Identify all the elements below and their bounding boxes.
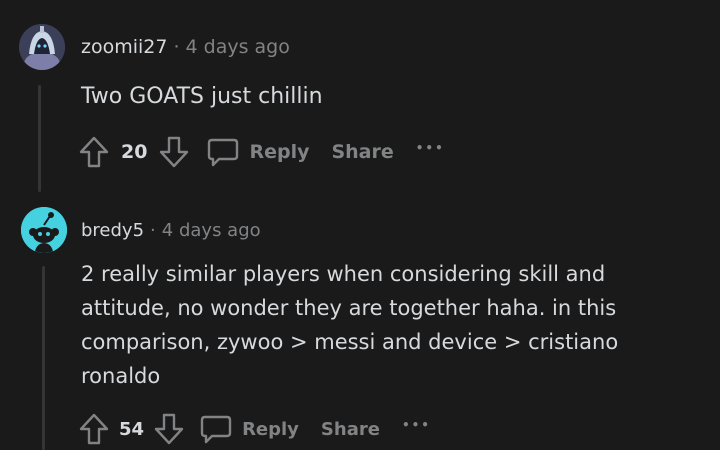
comment-line: 2 really similar players when considerin… [81, 262, 606, 286]
share-button[interactable]: Share [331, 141, 393, 163]
user-avatar[interactable] [19, 24, 65, 70]
reply-button[interactable]: Reply [242, 419, 299, 440]
more-options-button[interactable]: ••• [402, 418, 431, 432]
comment-meta: zoomii27 · 4 days ago [81, 36, 290, 58]
more-options-button[interactable]: ••• [416, 141, 445, 155]
comment-meta: bredy5 · 4 days ago [81, 220, 261, 241]
thread-line[interactable] [38, 85, 41, 192]
timestamp[interactable]: 4 days ago [186, 36, 290, 58]
username-link[interactable]: bredy5 [81, 220, 144, 241]
share-button[interactable]: Share [321, 419, 380, 440]
comment: zoomii27 · 4 days ago Two GOATS just chi… [0, 0, 720, 200]
comment-actions: 20 Reply Share ••• [79, 135, 445, 169]
comment-line: Two GOATS just chillin [81, 84, 323, 109]
comment-actions: 54 Reply Share ••• [79, 412, 431, 446]
comment-body: 2 really similar players when considerin… [81, 257, 618, 393]
username-link[interactable]: zoomii27 [81, 36, 167, 58]
meta-separator: · [150, 220, 156, 241]
comment-line: ronaldo [81, 364, 161, 388]
comment: bredy5 · 4 days ago 2 really similar pla… [0, 200, 720, 450]
comment-line: comparison, zywoo > messi and device > c… [81, 330, 619, 354]
snoo-default-icon [21, 207, 67, 253]
vote-count: 54 [119, 418, 145, 440]
hooded-avatar-icon [19, 24, 65, 70]
comment-bubble-icon[interactable] [200, 414, 232, 444]
upvote-icon[interactable] [79, 136, 109, 168]
vote-count: 20 [121, 141, 148, 163]
reply-button[interactable]: Reply [249, 141, 309, 163]
thread-line[interactable] [42, 266, 45, 450]
comment-bubble-icon[interactable] [207, 137, 239, 167]
timestamp[interactable]: 4 days ago [162, 220, 261, 241]
upvote-icon[interactable] [79, 413, 109, 445]
comment-line: attitude, no wonder they are together ha… [81, 296, 617, 320]
meta-separator: · [173, 36, 180, 58]
downvote-icon[interactable] [159, 136, 189, 168]
downvote-icon[interactable] [154, 413, 184, 445]
comment-body: Two GOATS just chillin [81, 80, 323, 114]
user-avatar[interactable] [21, 207, 67, 253]
